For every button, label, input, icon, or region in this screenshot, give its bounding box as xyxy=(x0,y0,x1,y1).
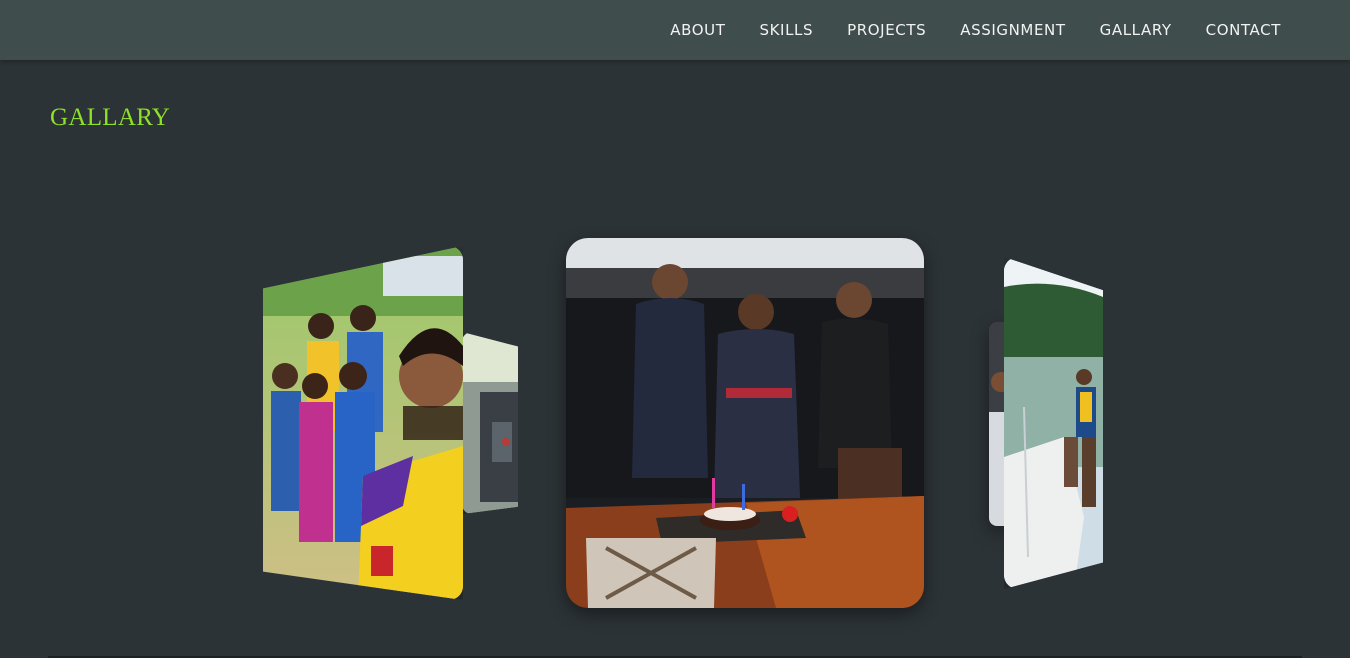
nav-links: ABOUT SKILLS PROJECTS ASSIGNMENT GALLARY… xyxy=(670,0,1281,60)
nav-link-gallary[interactable]: GALLARY xyxy=(1100,21,1172,39)
gallery-photo-group-selfie[interactable] xyxy=(263,246,463,600)
gallery-photo-car-interior[interactable] xyxy=(462,332,518,514)
nav-link-skills[interactable]: SKILLS xyxy=(759,21,813,39)
nav-link-contact[interactable]: CONTACT xyxy=(1206,21,1281,39)
gallery-carousel[interactable] xyxy=(0,200,1350,640)
nav-link-about[interactable]: ABOUT xyxy=(670,21,725,39)
gallery-title: GALLARY xyxy=(50,104,171,131)
nav-link-projects[interactable]: PROJECTS xyxy=(847,21,926,39)
nav-link-assignment[interactable]: ASSIGNMENT xyxy=(960,21,1065,39)
navbar: ABOUT SKILLS PROJECTS ASSIGNMENT GALLARY… xyxy=(0,0,1350,60)
gallery-photo-boat[interactable] xyxy=(1004,257,1103,589)
gallery-photo-birthday[interactable] xyxy=(566,238,924,608)
